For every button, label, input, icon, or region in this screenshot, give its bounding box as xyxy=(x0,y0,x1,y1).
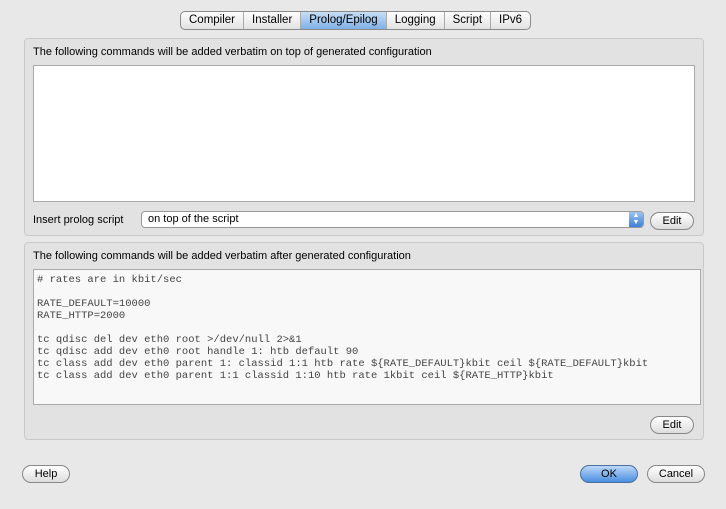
ok-button[interactable]: OK xyxy=(580,465,638,483)
epilog-textarea[interactable]: # rates are in kbit/sec RATE_DEFAULT=100… xyxy=(33,269,701,405)
insert-prolog-label: Insert prolog script xyxy=(33,214,124,226)
tab-ipv6[interactable]: IPv6 xyxy=(491,12,530,29)
tab-compiler[interactable]: Compiler xyxy=(181,12,245,29)
epilog-label: The following commands will be added ver… xyxy=(33,250,411,262)
epilog-section: The following commands will be added ver… xyxy=(24,242,704,440)
prolog-textarea[interactable] xyxy=(33,65,695,202)
help-button[interactable]: Help xyxy=(22,465,70,483)
tab-logging[interactable]: Logging xyxy=(387,12,445,29)
insert-prolog-value: on top of the script xyxy=(148,213,239,225)
tab-prolog-epilog[interactable]: Prolog/Epilog xyxy=(301,12,387,29)
prolog-label: The following commands will be added ver… xyxy=(33,46,432,58)
tab-script[interactable]: Script xyxy=(445,12,492,29)
prolog-section: The following commands will be added ver… xyxy=(24,38,704,236)
epilog-edit-button[interactable]: Edit xyxy=(650,416,694,434)
cancel-button[interactable]: Cancel xyxy=(647,465,705,483)
tab-bar: Compiler Installer Prolog/Epilog Logging… xyxy=(180,11,532,30)
prolog-edit-button[interactable]: Edit xyxy=(650,212,694,230)
tab-installer[interactable]: Installer xyxy=(244,12,302,29)
chevron-updown-icon: ▲ ▼ xyxy=(629,212,643,227)
insert-prolog-select[interactable]: on top of the script ▲ ▼ xyxy=(141,211,644,228)
